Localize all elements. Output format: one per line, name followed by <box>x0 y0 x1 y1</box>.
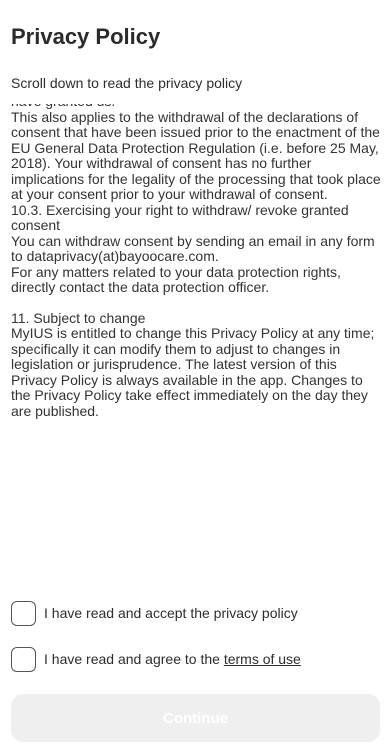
accept-privacy-row[interactable]: I have read and accept the privacy polic… <box>11 598 298 628</box>
policy-scroll-area[interactable]: have granted us. This also applies to th… <box>11 104 381 586</box>
accept-terms-row[interactable]: I have read and agree to the terms of us… <box>11 644 301 674</box>
continue-button[interactable]: Continue <box>11 694 380 742</box>
policy-section-11-text: 11. Subject to change MyIUS is entitled … <box>11 309 375 419</box>
policy-text-content: have granted us. This also applies to th… <box>11 104 381 419</box>
terms-of-use-link[interactable]: terms of use <box>224 651 301 667</box>
accept-privacy-label: I have read and accept the privacy polic… <box>44 605 298 621</box>
accept-terms-checkbox[interactable] <box>11 646 36 672</box>
scroll-instruction: Scroll down to read the privacy policy <box>11 75 243 91</box>
accept-privacy-checkbox[interactable] <box>11 600 36 626</box>
privacy-policy-screen: Privacy Policy Scroll down to read the p… <box>0 0 387 754</box>
policy-section-10-text: have granted us. This also applies to th… <box>11 104 381 295</box>
accept-terms-label: I have read and agree to the terms of us… <box>44 651 301 667</box>
page-title: Privacy Policy <box>11 24 161 49</box>
accept-terms-prefix: I have read and agree to the <box>44 651 224 667</box>
